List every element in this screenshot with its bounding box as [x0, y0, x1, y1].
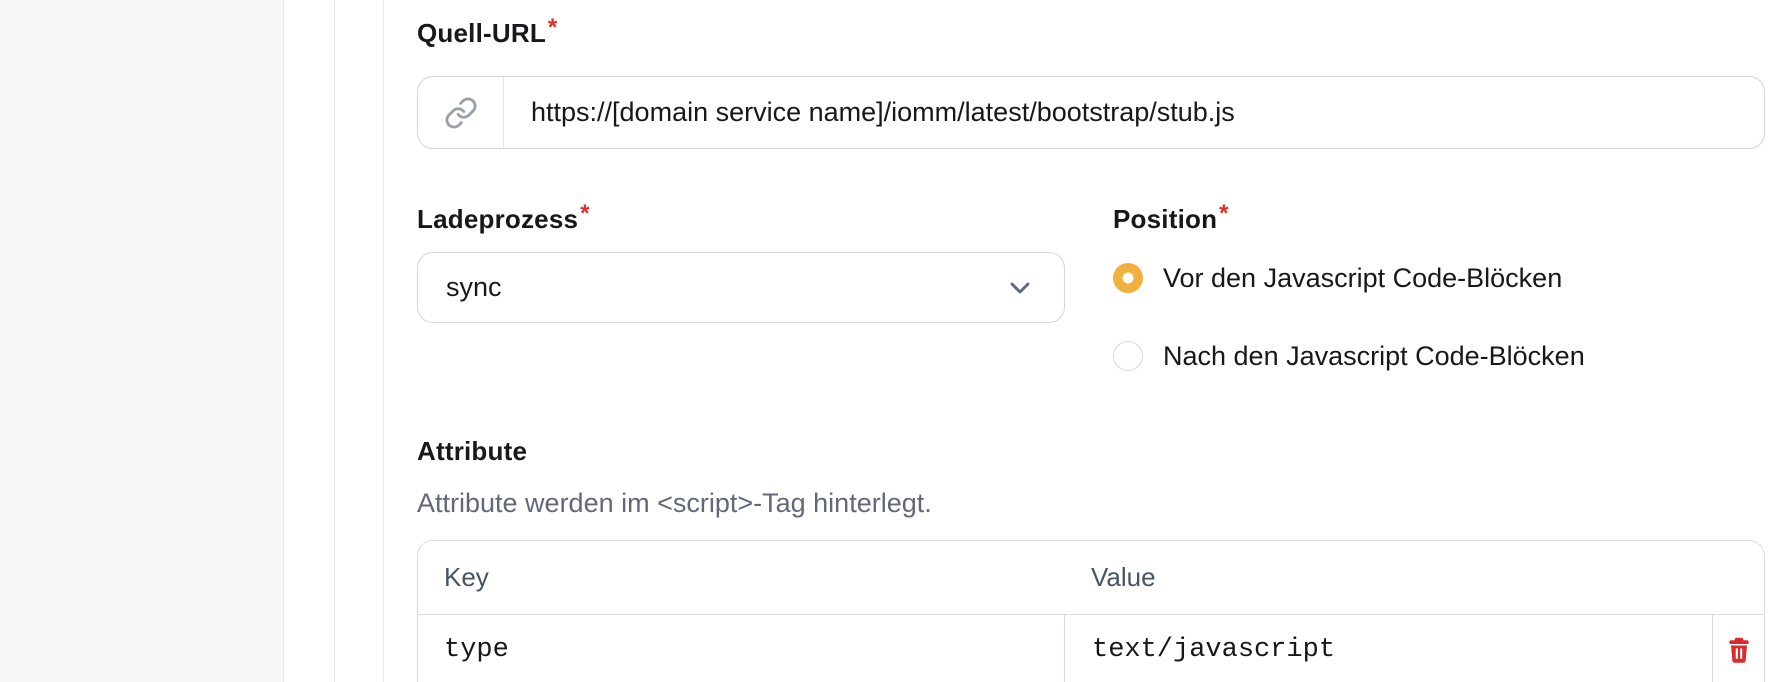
panel-divider-inner	[383, 0, 384, 682]
quell-url-label: Quell-URL*	[417, 14, 558, 52]
left-sidebar	[0, 0, 284, 682]
quell-url-label-text: Quell-URL	[417, 18, 546, 48]
required-asterisk: *	[547, 14, 558, 41]
attribute-heading: Attribute	[417, 436, 528, 466]
radio-option-label: Vor den Javascript Code-Blöcken	[1163, 262, 1563, 293]
attribute-table-header: Key Value	[418, 541, 1764, 615]
radio-option-label: Nach den Javascript Code-Blöcken	[1163, 340, 1585, 371]
attribute-key-cell[interactable]: type	[418, 615, 1064, 682]
delete-row-button[interactable]	[1712, 615, 1764, 682]
ladeprozess-selected-value: sync	[446, 272, 502, 302]
attribute-value-cell[interactable]: text/javascript	[1064, 615, 1712, 682]
url-prefix-cell	[418, 77, 504, 148]
required-asterisk: *	[580, 200, 590, 227]
position-label-text: Position	[1113, 204, 1218, 234]
script-form: Quell-URL* Ladeprozess* sync Position* V…	[417, 0, 1765, 682]
chevron-down-icon	[1004, 272, 1036, 304]
position-label: Position*	[1113, 200, 1229, 238]
ladeprozess-select[interactable]: sync	[417, 252, 1065, 323]
ladeprozess-label: Ladeprozess*	[417, 200, 590, 238]
attribute-help-text: Attribute werden im <script>-Tag hinterl…	[417, 488, 932, 518]
quell-url-input[interactable]	[504, 77, 1764, 148]
link-icon	[445, 97, 476, 128]
radio-selected-icon[interactable]	[1113, 263, 1143, 293]
panel-divider-outer	[334, 0, 335, 682]
ladeprozess-label-text: Ladeprozess	[417, 204, 579, 234]
position-option-before[interactable]: Vor den Javascript Code-Blöcken	[1113, 258, 1562, 298]
radio-unselected-icon[interactable]	[1113, 341, 1143, 371]
key-column-header: Key	[444, 562, 489, 592]
value-column-header: Value	[1091, 562, 1156, 592]
table-row: type text/javascript	[418, 615, 1764, 682]
quell-url-field	[417, 76, 1765, 149]
position-option-after[interactable]: Nach den Javascript Code-Blöcken	[1113, 336, 1585, 376]
attribute-table: Key Value type text/javascript	[417, 540, 1765, 682]
trash-icon	[1728, 637, 1749, 663]
required-asterisk: *	[1219, 200, 1229, 227]
